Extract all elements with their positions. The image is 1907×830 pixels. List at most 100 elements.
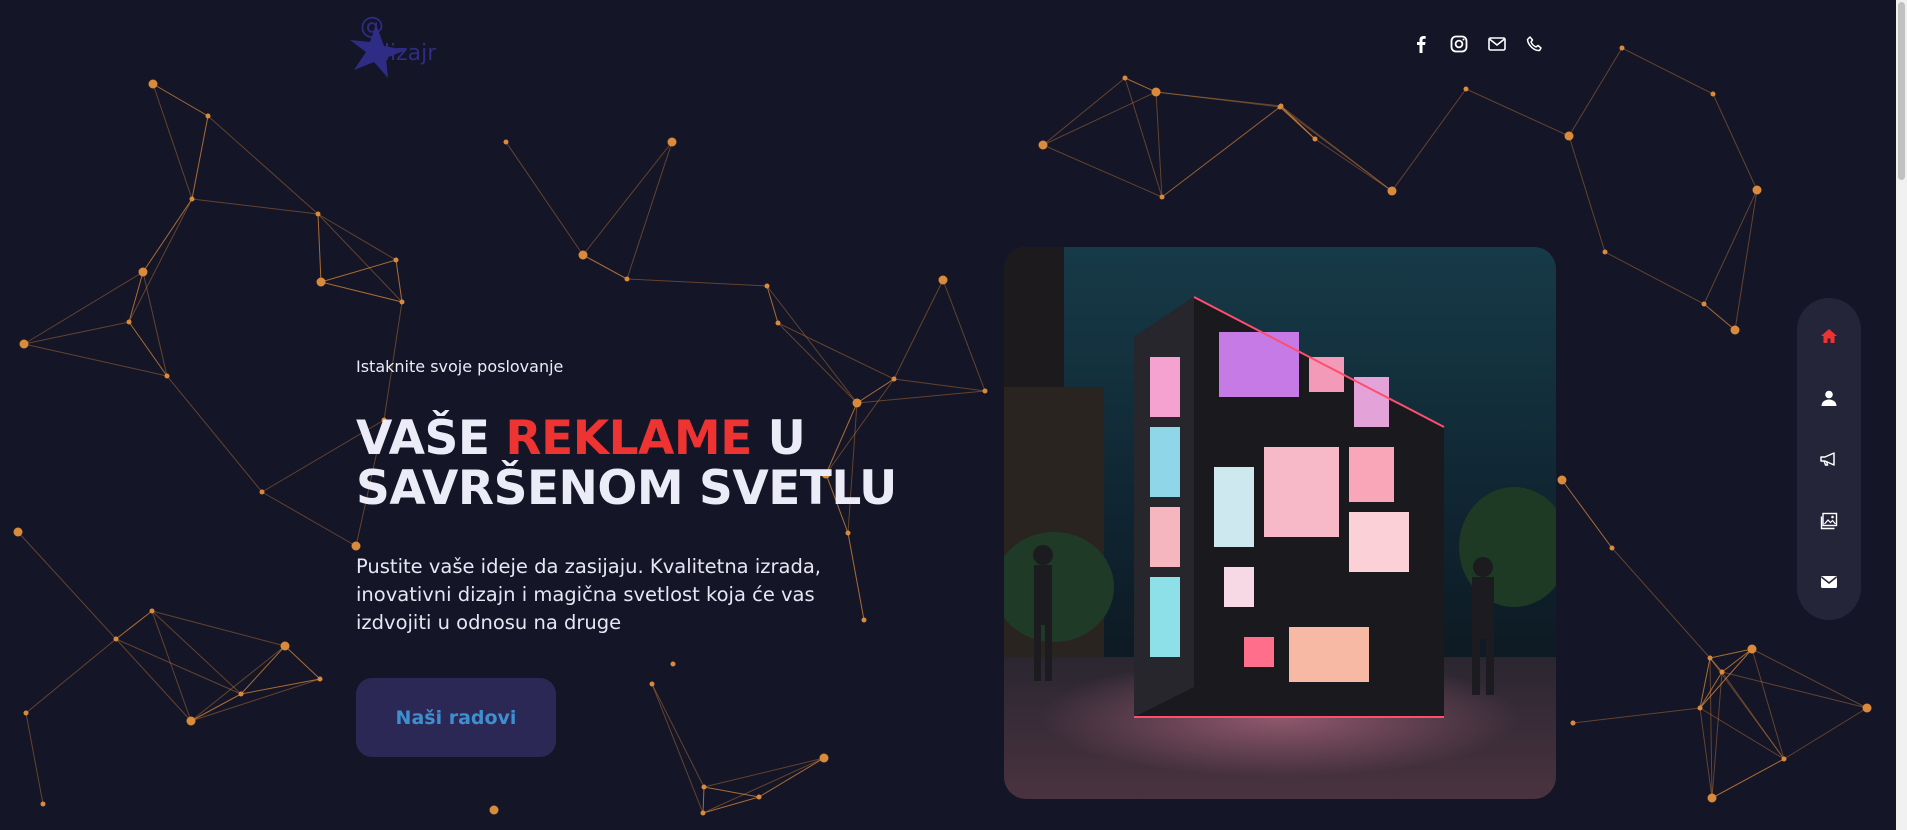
network-link bbox=[317, 213, 403, 303]
home-icon bbox=[1821, 329, 1837, 343]
network-link bbox=[151, 610, 192, 722]
network-link bbox=[1703, 189, 1758, 305]
instagram-link[interactable] bbox=[1449, 34, 1469, 54]
network-link bbox=[25, 712, 44, 805]
phone-link[interactable] bbox=[1525, 34, 1545, 54]
email-link[interactable] bbox=[1487, 34, 1507, 54]
network-link bbox=[1568, 135, 1606, 253]
site-logo[interactable]: @ dizajn bbox=[346, 12, 441, 78]
network-link bbox=[1572, 707, 1701, 724]
network-link bbox=[317, 213, 397, 261]
network-node bbox=[1710, 91, 1716, 97]
network-node bbox=[1570, 720, 1576, 726]
network-node bbox=[1122, 75, 1128, 81]
network-link bbox=[284, 645, 321, 680]
network-link bbox=[1124, 77, 1157, 93]
network-link bbox=[626, 278, 768, 287]
network-link bbox=[317, 213, 322, 283]
network-node bbox=[1038, 140, 1048, 150]
network-link bbox=[777, 322, 858, 404]
nav-services[interactable] bbox=[1817, 447, 1841, 471]
network-link bbox=[1279, 106, 1393, 192]
network-node bbox=[1277, 104, 1283, 110]
network-link bbox=[1161, 106, 1281, 198]
gallery-icon bbox=[1820, 512, 1838, 529]
network-link bbox=[1314, 138, 1393, 192]
network-link bbox=[703, 757, 825, 788]
social-links bbox=[1411, 34, 1545, 54]
network-node bbox=[1387, 186, 1397, 196]
network-link bbox=[128, 321, 168, 377]
network-node bbox=[670, 661, 676, 667]
network-node bbox=[1159, 194, 1165, 200]
diamond-logo-icon: @ dizajn bbox=[350, 12, 441, 78]
page-scrollbar[interactable] bbox=[1896, 0, 1907, 830]
network-node bbox=[852, 398, 862, 408]
network-link bbox=[23, 271, 144, 345]
network-node bbox=[23, 710, 29, 716]
network-node bbox=[1752, 185, 1762, 195]
network-node bbox=[1151, 87, 1161, 97]
hero-eyebrow: Istaknite svoje poslovanje bbox=[356, 357, 564, 376]
network-link bbox=[1751, 648, 1868, 709]
network-link bbox=[115, 638, 192, 722]
network-node bbox=[393, 257, 399, 263]
network-link bbox=[142, 271, 168, 377]
network-node bbox=[982, 388, 988, 394]
network-node bbox=[1602, 249, 1608, 255]
mail-icon bbox=[1488, 37, 1506, 51]
network-link bbox=[320, 281, 403, 303]
network-link bbox=[582, 141, 673, 256]
network-node bbox=[351, 541, 361, 551]
network-link bbox=[190, 645, 286, 722]
network-node bbox=[1463, 86, 1469, 92]
network-link bbox=[703, 786, 760, 798]
nav-about[interactable] bbox=[1817, 386, 1841, 410]
network-link bbox=[25, 638, 117, 714]
network-node bbox=[667, 137, 677, 147]
network-link bbox=[23, 343, 168, 377]
network-node bbox=[40, 801, 46, 807]
network-node bbox=[317, 676, 323, 682]
scrollbar-thumb[interactable] bbox=[1898, 2, 1905, 180]
network-node bbox=[503, 139, 509, 145]
network-link bbox=[1568, 47, 1623, 137]
nav-gallery[interactable] bbox=[1817, 509, 1841, 533]
glowing-billboard-illustration bbox=[1004, 247, 1556, 799]
network-node bbox=[280, 641, 290, 651]
network-node bbox=[701, 784, 707, 790]
network-link bbox=[128, 198, 193, 323]
network-node bbox=[1312, 136, 1318, 142]
network-node bbox=[164, 373, 170, 379]
network-link bbox=[191, 198, 319, 215]
network-node bbox=[819, 753, 829, 763]
network-node bbox=[1781, 756, 1787, 762]
network-link bbox=[23, 321, 130, 345]
hero-title-part1: VAŠE bbox=[356, 411, 506, 466]
network-link bbox=[1783, 707, 1868, 760]
network-node bbox=[148, 79, 158, 89]
network-node bbox=[1719, 669, 1725, 675]
network-link bbox=[395, 259, 403, 303]
network-node bbox=[1747, 644, 1757, 654]
network-link bbox=[582, 254, 628, 280]
nav-home[interactable] bbox=[1817, 324, 1841, 348]
particle-network-background bbox=[13, 45, 1872, 816]
network-link bbox=[151, 610, 286, 647]
our-work-button[interactable]: Naši radovi bbox=[356, 678, 556, 757]
network-node bbox=[149, 608, 155, 614]
logo-at: @ bbox=[360, 12, 384, 40]
network-link bbox=[152, 83, 193, 200]
network-link bbox=[17, 531, 117, 640]
network-link bbox=[1279, 106, 1316, 140]
hero-lead: Pustite vaše ideje da zasijaju. Kvalitet… bbox=[356, 555, 821, 634]
network-link bbox=[1711, 758, 1785, 799]
facebook-link[interactable] bbox=[1411, 34, 1431, 54]
network-node bbox=[1697, 705, 1703, 711]
network-link bbox=[115, 610, 153, 640]
nav-contact[interactable] bbox=[1817, 570, 1841, 594]
network-link bbox=[191, 115, 209, 200]
network-node bbox=[113, 636, 119, 642]
network-link bbox=[758, 757, 825, 798]
network-link bbox=[1709, 657, 1713, 799]
